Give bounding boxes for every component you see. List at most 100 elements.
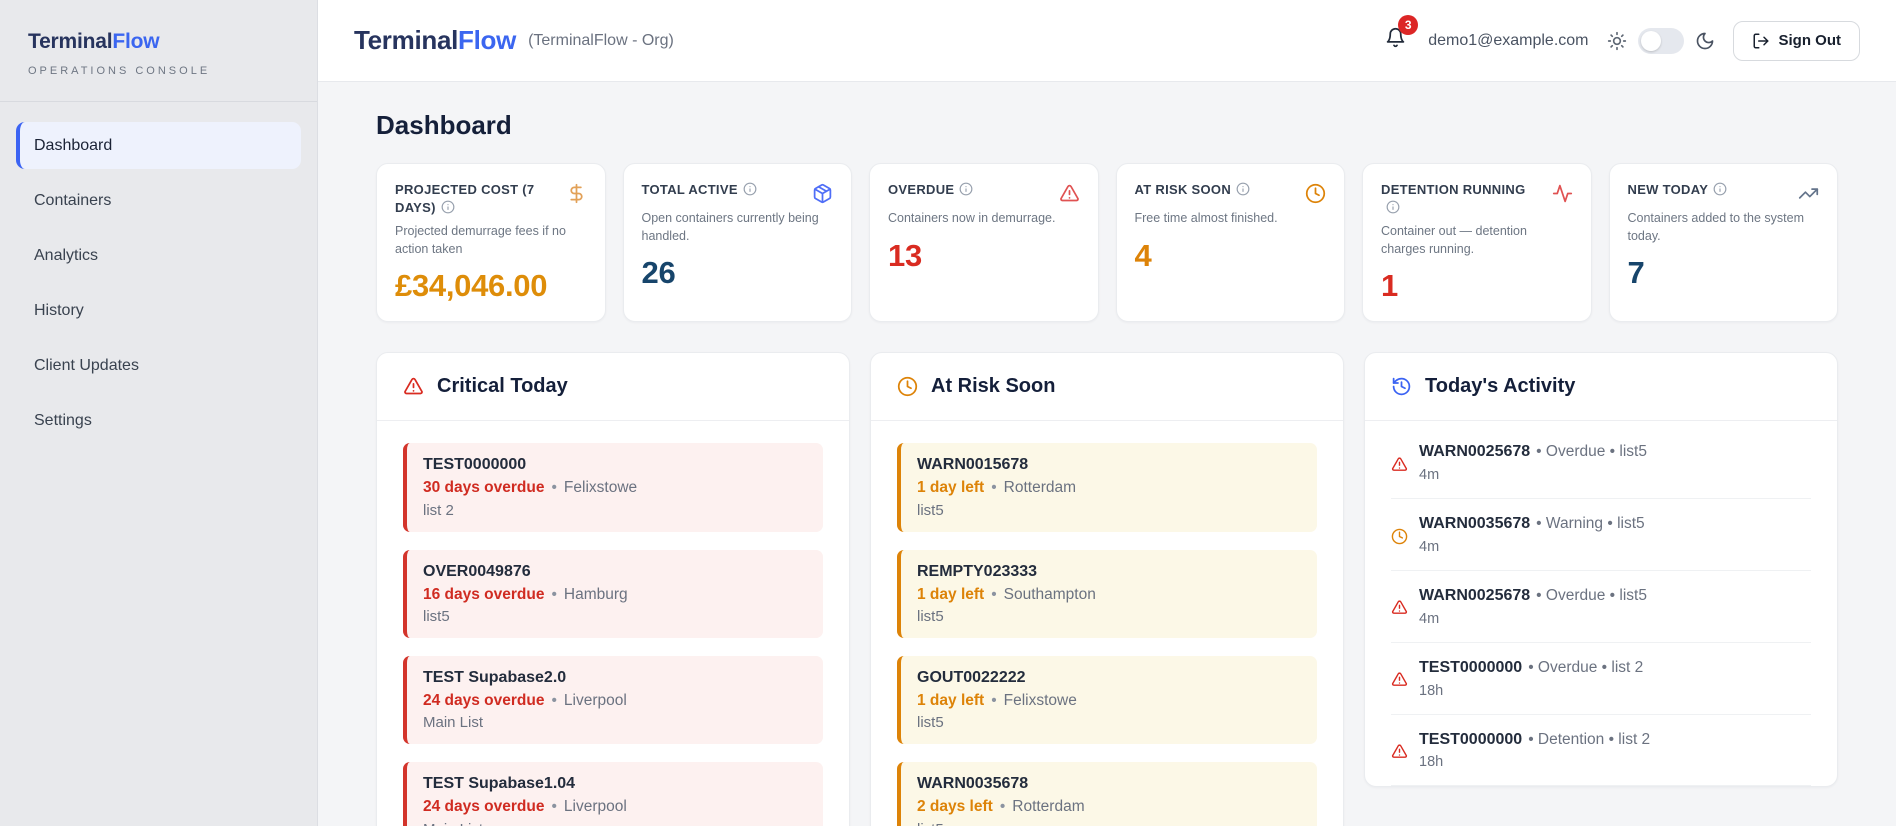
theme-switcher [1607,27,1715,54]
logo-part-1: Terminal [28,30,113,53]
activity-meta: • Overdue • list5 [1536,443,1647,461]
container-status-line: 16 days overdue • Hamburg [423,584,807,606]
sidebar: TerminalFlow OPERATIONS CONSOLE Dashboar… [0,0,318,826]
trending-up-icon [1798,183,1819,204]
theme-toggle-knob [1640,30,1661,51]
container-location: Liverpool [563,798,627,816]
info-icon[interactable] [1236,182,1250,196]
critical-item[interactable]: TEST Supabase2.0 24 days overdue • Liver… [403,655,823,745]
overdue-status: 24 days overdue [423,691,545,709]
todays-activity-panel: Today's Activity WARN0025678 • Overdue • … [1364,352,1838,788]
container-status-line: 1 day left • Rotterdam [917,477,1301,499]
at-risk-item[interactable]: WARN0035678 2 days left • Rotterdam list… [897,762,1317,826]
separator-dot: • [991,479,997,497]
at-risk-item[interactable]: REMPTY023333 1 day left • Southampton li… [897,549,1317,638]
separator-dot: • [551,798,557,816]
container-name: REMPTY023333 [917,562,1038,580]
stat-card-value: 26 [641,255,676,290]
top-bar: TerminalFlow (TerminalFlow - Org) 3 demo… [318,0,1896,82]
info-icon[interactable] [1386,200,1400,214]
stat-card-header: PROJECTED COST (7 DAYS) [395,181,587,217]
container-list: Main List [423,714,484,732]
critical-item[interactable]: TEST0000000 30 days overdue • Felixstowe… [403,443,823,532]
stat-card: DETENTION RUNNING Container out — detent… [1362,163,1592,323]
container-status-line: 24 days overdue • Liverpool [423,690,807,712]
activity-line: WARN0025678 • Overdue • list5 [1419,442,1647,463]
alert-triangle-icon [1059,183,1080,204]
at-risk-item[interactable]: WARN0015678 1 day left • Rotterdam list5 [897,443,1317,532]
panel-title: At Risk Soon [931,375,1056,398]
at-risk-item[interactable]: GOUT0022222 1 day left • Felixstowe list… [897,655,1317,745]
days-left-status: 1 day left [917,479,985,497]
package-icon [812,183,833,204]
notification-badge: 3 [1398,15,1419,35]
critical-item[interactable]: OVER0049876 16 days overdue • Hamburg li… [403,549,823,638]
stat-card-title: NEW TODAY [1628,181,1728,199]
notifications-button[interactable]: 3 [1381,15,1419,58]
activity-meta: • Overdue • list 2 [1528,658,1644,676]
stat-card-label: AT RISK SOON [1134,182,1232,197]
top-bar-actions: 3 demo1@example.com Sign Out [1381,15,1860,61]
activity-content: WARN0035678 • Warning • list5 4m [1419,514,1645,555]
sidebar-item-label: Settings [34,411,92,429]
sidebar-item[interactable]: Dashboard [16,122,301,169]
stat-card-description: Containers added to the system today. [1627,211,1805,243]
app-logo: TerminalFlow [354,25,516,56]
container-status-line: 1 day left • Southampton [917,584,1301,606]
container-name: TEST0000000 [1419,658,1523,676]
container-location: Hamburg [563,585,628,603]
sidebar-item[interactable]: Analytics [16,232,301,279]
activity-time: 18h [1419,754,1444,771]
overdue-status: 24 days overdue [423,798,545,816]
container-location: Liverpool [563,691,627,709]
stat-card-description: Free time almost finished. [1134,211,1278,225]
clock-icon [1391,517,1408,555]
activity-content: WARN0025678 • Overdue • list5 4m [1419,586,1647,627]
days-left-status: 1 day left [917,691,985,709]
activity-content: WARN0025678 • Overdue • list5 4m [1419,442,1647,483]
stat-card-description: Projected demurrage fees if no action ta… [395,224,566,256]
activity-time: 4m [1419,610,1440,627]
sun-icon [1607,31,1627,51]
sidebar-item[interactable]: Client Updates [16,342,301,389]
container-name: TEST Supabase1.04 [423,775,576,793]
activity-row: WARN0025678 • Overdue • list5 4m [1391,427,1811,500]
stat-card: AT RISK SOON Free time almost finished. … [1115,163,1345,323]
info-icon[interactable] [959,182,973,196]
critical-item[interactable]: TEST Supabase1.04 24 days overdue • Live… [403,762,823,826]
panel-title: Critical Today [437,375,568,398]
panel-body: WARN0015678 1 day left • Rotterdam list5… [871,421,1343,826]
user-email: demo1@example.com [1428,31,1589,49]
container-status-line: 1 day left • Felixstowe [917,690,1301,712]
separator-dot: • [991,585,997,603]
sidebar-item[interactable]: Settings [16,397,301,444]
sidebar-item[interactable]: History [16,287,301,334]
sign-out-button[interactable]: Sign Out [1732,20,1860,61]
stat-card: OVERDUE Containers now in demurrage. 13 [869,163,1099,323]
container-status-line: 30 days overdue • Felixstowe [423,477,807,499]
overdue-status: 16 days overdue [423,585,545,603]
info-icon[interactable] [441,200,455,214]
separator-dot: • [551,691,557,709]
stat-card-title: OVERDUE [888,181,973,199]
alert-triangle-icon [1391,733,1408,771]
info-icon[interactable] [743,182,757,196]
container-name: WARN0025678 [1419,586,1531,604]
panel-title: Today's Activity [1425,375,1576,398]
stat-card-header: TOTAL ACTIVE [642,181,834,204]
clock-icon [1305,183,1326,204]
theme-toggle[interactable] [1637,27,1684,54]
activity-row: TEST0000000 • Detention • list 2 18h [1391,715,1811,787]
sidebar-item-label: Analytics [34,246,99,264]
separator-dot: • [999,798,1006,816]
sidebar-item[interactable]: Containers [16,177,301,224]
panels-row: Critical Today TEST0000000 30 days overd… [376,352,1838,826]
logo-part-1: Terminal [354,25,459,55]
logo-part-2: Flow [458,25,517,55]
activity-row: TEST0000000 • Overdue • list 2 18h [1391,643,1811,715]
container-location: Rotterdam [1003,479,1077,497]
info-icon[interactable] [1713,182,1727,196]
activity-content: TEST0000000 • Detention • list 2 18h [1419,730,1650,771]
stat-card-label: OVERDUE [888,182,955,197]
moon-icon [1695,31,1715,51]
